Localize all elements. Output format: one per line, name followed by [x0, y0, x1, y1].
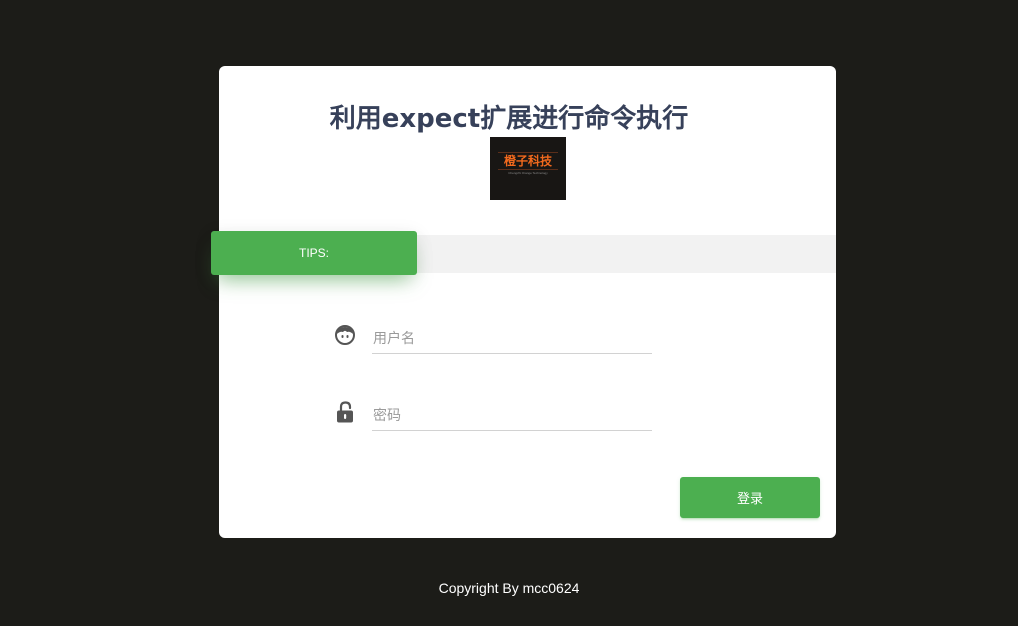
tips-badge: TIPS: [211, 231, 417, 275]
footer-copyright: Copyright By mcc0624 [438, 580, 580, 596]
logo-sub-text: Chengzhi Orange Technology [508, 171, 548, 175]
logo-decor-line [498, 152, 558, 153]
unlocked-padlock-icon [337, 401, 353, 423]
logo-main-text: 橙子科技 [503, 154, 552, 168]
logo-decor-line [498, 169, 558, 170]
username-input[interactable] [372, 324, 652, 354]
page-title: 利用expect扩展进行命令执行 [329, 104, 689, 134]
login-button[interactable]: 登录 [680, 477, 820, 518]
company-logo: 橙子科技 Chengzhi Orange Technology [490, 137, 566, 200]
user-face-icon [335, 325, 355, 345]
password-input[interactable] [372, 401, 652, 431]
